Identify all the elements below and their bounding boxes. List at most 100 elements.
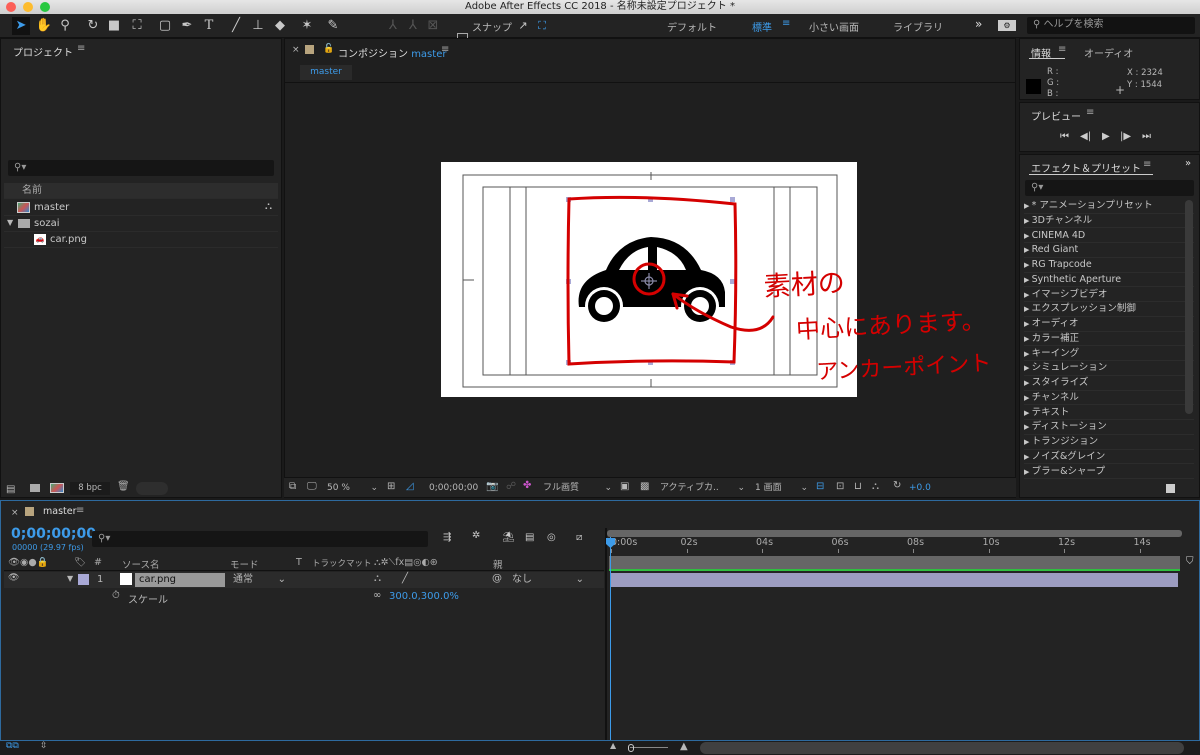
zoom-tool-icon[interactable]: ⚲ <box>56 17 74 35</box>
project-scrollbar[interactable] <box>136 482 168 495</box>
fast-draft-icon[interactable]: ⊡ <box>836 481 844 492</box>
always-preview-icon[interactable]: ⧉ <box>289 481 296 492</box>
layer-row[interactable]: 👁 ▼ 1 car.png 通常 ⌄ ⛬ ╱ @ なし ⌄ <box>4 572 604 588</box>
project-item-sozai[interactable]: sozai <box>4 216 278 232</box>
current-time-indicator[interactable] <box>610 537 611 740</box>
color-channels-icon[interactable]: ✤ <box>523 480 531 491</box>
axis-view-icon[interactable]: ⊠ <box>424 17 442 35</box>
quality-switch-icon[interactable]: ╱ <box>402 573 408 584</box>
region-of-interest-icon[interactable]: ⊞ <box>387 481 395 492</box>
workspace-small-screen[interactable]: 小さい画面 <box>809 19 859 34</box>
zoom-slider-thumb[interactable] <box>628 744 634 752</box>
effect-category[interactable]: ▶ Red Giant <box>1024 243 1194 258</box>
play-icon[interactable]: ▶ <box>1102 131 1110 142</box>
magnification-dropdown[interactable]: 50 % ⌄ <box>324 481 380 495</box>
new-bin-icon[interactable] <box>1166 484 1175 493</box>
time-ruler[interactable]: 0:00s 02s 04s 06s 08s 10s 12s 14s <box>607 537 1182 553</box>
sync-settings-icon[interactable]: ⚙ <box>998 20 1016 31</box>
time-navigator[interactable] <box>607 530 1182 537</box>
visibility-toggle-icon[interactable]: 👁 <box>8 573 19 583</box>
layer-label-color[interactable] <box>78 574 89 585</box>
pen-tool-icon[interactable]: ✒ <box>178 17 196 35</box>
layer-switches-toggle-icon[interactable]: ⧉⧉ <box>6 741 19 751</box>
effect-category[interactable]: ▶ ディストーション <box>1024 420 1194 435</box>
zoom-in-icon[interactable]: ▲ <box>680 741 688 752</box>
next-frame-icon[interactable]: |▶ <box>1120 131 1131 142</box>
graph-editor-icon[interactable]: ⧄ <box>576 532 582 543</box>
effect-category[interactable]: ▶ オーディオ <box>1024 317 1194 332</box>
current-time[interactable]: 0;00;00;00 <box>429 483 478 493</box>
effect-category[interactable]: ▶ ノイズ&グレイン <box>1024 450 1194 465</box>
draft-3d-icon[interactable]: ✲ <box>472 530 480 541</box>
project-search-input[interactable]: ⚲▾ <box>8 160 274 176</box>
axis-world-icon[interactable]: ⅄ <box>404 17 422 35</box>
effect-category[interactable]: ▶ トランジション <box>1024 435 1194 450</box>
close-timeline-tab-icon[interactable]: × <box>11 508 19 518</box>
layer-duration-bar[interactable] <box>610 573 1178 587</box>
effects-search-input[interactable]: ⚲▾ <box>1025 180 1194 196</box>
timeline-current-time[interactable]: 0;00;00;00 <box>11 526 96 542</box>
effects-menu-icon[interactable]: ≡ <box>1143 159 1151 170</box>
effect-category[interactable]: ▶ カラー補正 <box>1024 332 1194 347</box>
effect-category[interactable]: ▶ RG Trapcode <box>1024 258 1194 273</box>
effect-category[interactable]: ▶ テキスト <box>1024 406 1194 421</box>
column-mode[interactable]: モード <box>230 557 259 571</box>
column-track-matte[interactable]: トラックマット <box>312 557 372 569</box>
brush-tool-icon[interactable]: ╱ <box>227 17 245 35</box>
interpret-footage-icon[interactable]: ▤ <box>6 484 15 495</box>
effect-category[interactable]: ▶ CINEMA 4D <box>1024 229 1194 244</box>
project-menu-icon[interactable]: ≡ <box>77 43 85 54</box>
zoom-out-icon[interactable]: ▲ <box>610 741 616 750</box>
in-out-toggle-icon[interactable]: ⇳ <box>40 741 48 751</box>
show-snapshot-icon[interactable]: ☍ <box>506 481 516 492</box>
shy-layers-icon[interactable]: ⛱ <box>502 532 515 543</box>
timeline-tab-master[interactable]: master <box>43 506 77 517</box>
snapshot-icon[interactable]: 📷 <box>486 481 498 492</box>
roto-brush-tool-icon[interactable]: ✶ <box>298 17 316 35</box>
blend-mode-dropdown[interactable]: 通常 ⌄ <box>230 573 288 587</box>
fast-previews-icon[interactable]: ▣ <box>620 481 629 492</box>
camera-tool-icon[interactable]: ■ <box>105 17 123 35</box>
workspace-menu-icon[interactable]: ≡ <box>782 18 790 29</box>
expand-layer-icon[interactable]: ▼ <box>67 574 73 583</box>
workspace-default[interactable]: デフォルト <box>667 19 717 34</box>
transparency-grid-icon[interactable]: ◿ <box>406 481 414 492</box>
composition-mini-flowchart-icon[interactable]: ⇶ <box>443 532 451 543</box>
folder-expand-icon[interactable]: ▼ <box>7 218 13 227</box>
axis-local-icon[interactable]: ⅄ <box>384 17 402 35</box>
minimize-window-button[interactable] <box>23 2 33 12</box>
toggle-pixel-aspect-icon[interactable]: ⊟ <box>816 481 824 492</box>
reset-exposure-icon[interactable]: ↻ <box>893 480 901 491</box>
column-number[interactable]: # <box>94 557 102 568</box>
column-t[interactable]: T <box>296 557 302 568</box>
rotate-tool-icon[interactable]: ↻ <box>84 17 102 35</box>
new-composition-icon[interactable] <box>50 483 64 493</box>
motion-blur-icon[interactable]: ◎ <box>547 532 556 543</box>
new-folder-icon[interactable] <box>30 484 40 492</box>
close-window-button[interactable] <box>6 2 16 12</box>
shy-switch-icon[interactable]: ⛬ <box>374 573 381 584</box>
column-parent[interactable]: 親 <box>493 557 503 571</box>
effect-category[interactable]: ▶ * アニメーションプリセット <box>1024 199 1194 214</box>
effect-category[interactable]: ▶ 3Dチャンネル <box>1024 214 1194 229</box>
effect-category[interactable]: ▶ スタイライズ <box>1024 376 1194 391</box>
comp-menu-icon[interactable]: ≡ <box>441 44 449 55</box>
bit-depth-button[interactable]: 8 bpc <box>70 482 110 495</box>
last-frame-icon[interactable]: ⏭ <box>1142 131 1151 142</box>
help-search-input[interactable]: ⚲ ヘルプを検索 <box>1027 17 1195 34</box>
exposure-value[interactable]: +0.0 <box>909 483 931 493</box>
text-tool-icon[interactable]: T <box>200 17 218 35</box>
delete-icon[interactable]: 🗑 <box>117 481 130 492</box>
timeline-menu-icon[interactable]: ≡ <box>76 505 84 516</box>
transparency-icon[interactable]: ▩ <box>640 481 649 492</box>
lock-icon[interactable]: 🔓 <box>323 44 334 54</box>
views-dropdown[interactable]: 1 画面 ⌄ <box>752 481 810 495</box>
maximize-window-button[interactable] <box>40 2 50 12</box>
constrain-proportions-icon[interactable]: ∞ <box>373 590 381 601</box>
rectangle-tool-icon[interactable]: ▢ <box>156 17 174 35</box>
workspace-library[interactable]: ライブラリ <box>893 19 943 34</box>
scale-value[interactable]: 300.0,300.0% <box>389 591 459 602</box>
timeline-scrollbar[interactable] <box>700 742 1184 754</box>
previous-frame-icon[interactable]: ◀| <box>1080 131 1091 142</box>
effect-category[interactable]: ▶ イマーシブビデオ <box>1024 288 1194 303</box>
